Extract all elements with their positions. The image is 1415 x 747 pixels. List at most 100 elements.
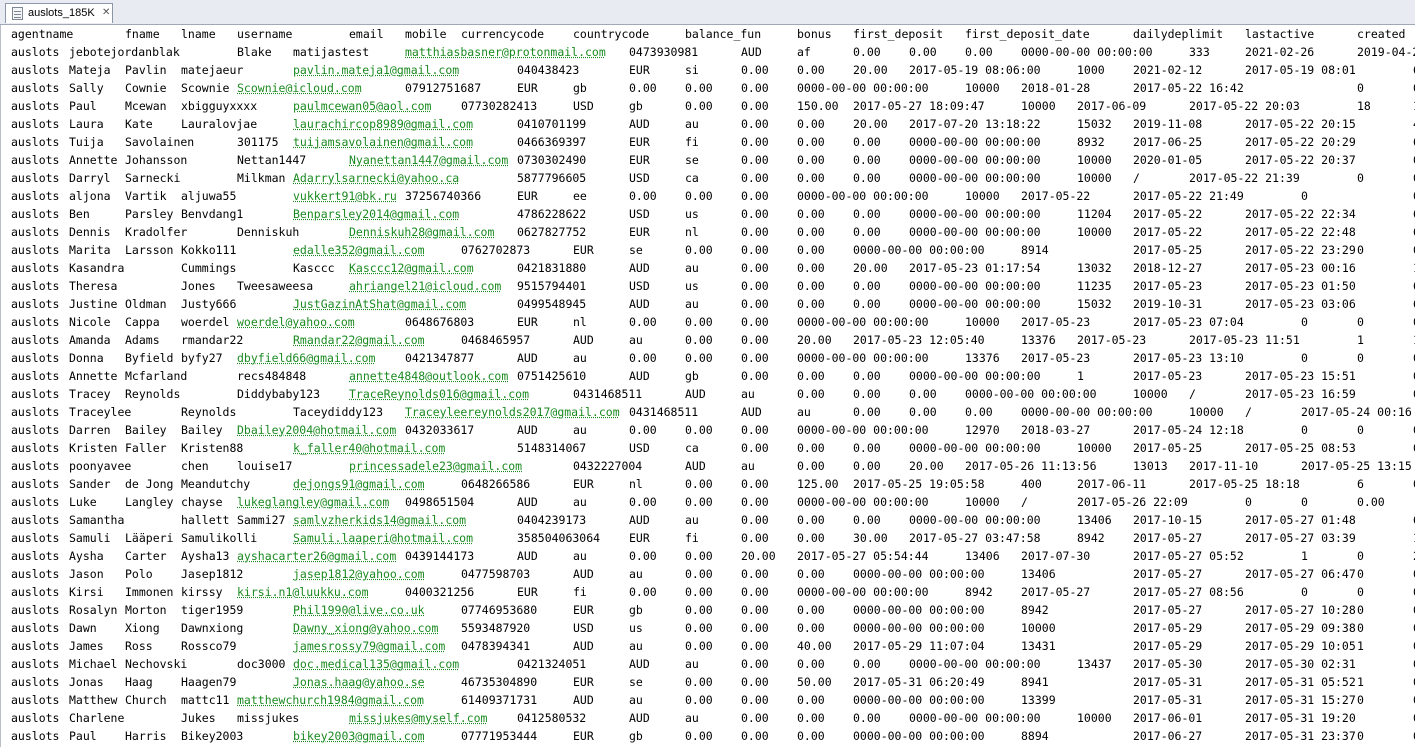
email-link[interactable]: pavlin.mateja1@gmail.com [293, 61, 459, 79]
cell-text: 0.00 [741, 333, 769, 347]
cell-text: 2017-06-09 [1077, 99, 1147, 113]
cell-text: us [629, 621, 643, 635]
cell-text: 2018-01-28 [1021, 81, 1091, 95]
email-link[interactable]: paulmcewan05@aol.com [293, 97, 431, 115]
cell-text: 2017-05-22 21:39 [1189, 171, 1300, 185]
cell-text: 2018-12-27 [1133, 261, 1203, 275]
cell-text: Justine [69, 297, 118, 311]
cell-text: 0.00 [741, 495, 769, 509]
cell-text: nl [573, 315, 587, 329]
cell-text: 0.00 [853, 657, 881, 671]
cell-text: 0410701199 [517, 117, 587, 131]
cell-text: Samantha [69, 513, 125, 527]
file-tab[interactable]: auslots_185K ✕ [5, 3, 113, 23]
email-link[interactable]: Phil1990@live.co.uk [293, 601, 425, 619]
email-link[interactable]: jasep1812@yahoo.com [293, 565, 425, 583]
email-link[interactable]: bikey2003@gmail.com [293, 727, 425, 745]
email-link[interactable]: Dbailey2004@hotmail.com [237, 421, 396, 439]
email-link[interactable]: Jonas.haag@yahoo.se [293, 673, 425, 691]
cell-text: 0.00 [853, 225, 881, 239]
email-link[interactable]: edalle352@gmail.com [293, 241, 425, 259]
cell-text: 0.00 [797, 459, 825, 473]
cell-text: 07912751687 [405, 81, 482, 95]
cell-text: 2017-05-23 01:17:54 [909, 261, 1041, 275]
email-link[interactable]: matthewchurch1984@gmail.com [237, 691, 424, 709]
email-link[interactable]: Nyanettan1447@gmail.com [349, 151, 508, 169]
email-link[interactable]: princessadele23@gmail.com [349, 457, 522, 475]
email-link[interactable]: Rmandar22@gmail.com [293, 331, 425, 349]
cell-text: 0 [1301, 495, 1308, 509]
cell-text: auslots [11, 603, 60, 617]
cell-text: 0 [1301, 189, 1308, 203]
email-link[interactable]: lukeglangley@gmail.com [237, 493, 389, 511]
email-link[interactable]: annette4848@outlook.com [349, 367, 508, 385]
cell-text: auslots [11, 657, 60, 671]
email-link[interactable]: ayshacarter26@gmail.com [237, 547, 396, 565]
cell-text: fi [685, 135, 699, 149]
cell-text: au [797, 405, 811, 419]
cell-text: 2019-11-08 [1133, 117, 1203, 131]
cell-text: gb [685, 369, 699, 383]
cell-text: 0000-00-00 00:00:00 [909, 279, 1041, 293]
cell-text: 0.00 [741, 621, 769, 635]
cell-text: balance_fun [685, 27, 762, 41]
cell-text: Byfield [125, 351, 174, 365]
cell-text: au [629, 639, 643, 653]
email-link[interactable]: Scownie@icloud.com [237, 79, 362, 97]
cell-text: 2017-05-29 [1133, 639, 1203, 653]
cell-text: 0.00 [797, 387, 825, 401]
cell-text: 13406 [965, 549, 1000, 563]
email-link[interactable]: tuijamsavolainen@gmail.com [293, 133, 473, 151]
cell-text: 0.00 [741, 315, 769, 329]
cell-text: 2017-05-29 11:07:04 [853, 639, 985, 653]
cell-text: / [1245, 405, 1252, 419]
email-link[interactable]: dbyfield66@gmail.com [237, 349, 375, 367]
email-link[interactable]: k_faller40@hotmail.com [293, 439, 445, 457]
cell-text: gb [629, 99, 643, 113]
email-link[interactable]: kirsi.n1@luukku.com [237, 583, 369, 601]
cell-text: 2017-05-25 [1133, 441, 1203, 455]
cell-text: 2017-05-23 03:06 [1245, 297, 1356, 311]
email-link[interactable]: missjukes@myself.com [349, 709, 487, 727]
cell-text: Jukes [181, 711, 216, 725]
email-link[interactable]: Benparsley2014@gmail.com [293, 205, 459, 223]
email-link[interactable]: doc.medical135@gmail.com [293, 655, 459, 673]
email-link[interactable]: woerdel@yahoo.com [237, 313, 355, 331]
cell-text: 2017-05-22 20:03 [1189, 99, 1300, 113]
email-link[interactable]: samlvzherkids14@gmail.com [293, 511, 466, 529]
email-link[interactable]: JustGazinAtShat@gmail.com [293, 295, 466, 313]
cell-text: Darryl [69, 171, 111, 185]
text-editor[interactable]: agentname fname lname username email mobile cu… [0, 25, 1415, 747]
email-link[interactable]: Traceyleereynolds2017@gmail.com [405, 403, 620, 421]
cell-text: 13406 [1077, 513, 1112, 527]
cell-text: 10000 [1133, 387, 1168, 401]
cell-text: / [1133, 171, 1140, 185]
email-link[interactable]: vukkert91@bk.ru [293, 187, 397, 205]
email-link[interactable]: ahriangel21@icloud.com [349, 277, 501, 295]
email-link[interactable]: Denniskuh28@gmail.com [349, 223, 494, 241]
cell-text: 358504063064 [517, 531, 601, 545]
cell-text: 0.00 [741, 729, 769, 743]
cell-text: 0000-00-00 00:00:00 [853, 621, 985, 635]
cell-text: 0 [1357, 621, 1364, 635]
email-link[interactable]: TraceReynolds016@gmail.com [349, 385, 529, 403]
email-link[interactable]: jamesrossy79@gmail.com [293, 637, 445, 655]
cell-text: 0000-00-00 00:00:00 [909, 135, 1041, 149]
cell-text: 0 [1357, 423, 1364, 437]
close-icon[interactable]: ✕ [102, 7, 110, 19]
cell-text: 13399 [1021, 693, 1056, 707]
cell-text: auslots [11, 585, 60, 599]
email-link[interactable]: Kasccc12@gmail.com [349, 259, 474, 277]
cell-text: Xiong [125, 621, 160, 635]
email-link[interactable]: matthiasbasner@protonmail.com [405, 43, 606, 61]
email-link[interactable]: Adarrylsarnecki@yahoo.ca [293, 169, 459, 187]
cell-text: 0.00 [853, 153, 881, 167]
email-link[interactable]: laurachircop8989@gmail.com [293, 115, 473, 133]
cell-text: 0.00 [629, 585, 657, 599]
email-link[interactable]: Samuli.laaperi@hotmail.com [293, 529, 473, 547]
email-link[interactable]: Dawny_xiong@yahoo.com [293, 619, 438, 637]
cell-text: username [237, 27, 293, 41]
email-link[interactable]: dejongs91@gmail.com [293, 475, 425, 493]
cell-text: Denniskuh [237, 225, 300, 239]
cell-text: 0.00 [797, 657, 825, 671]
